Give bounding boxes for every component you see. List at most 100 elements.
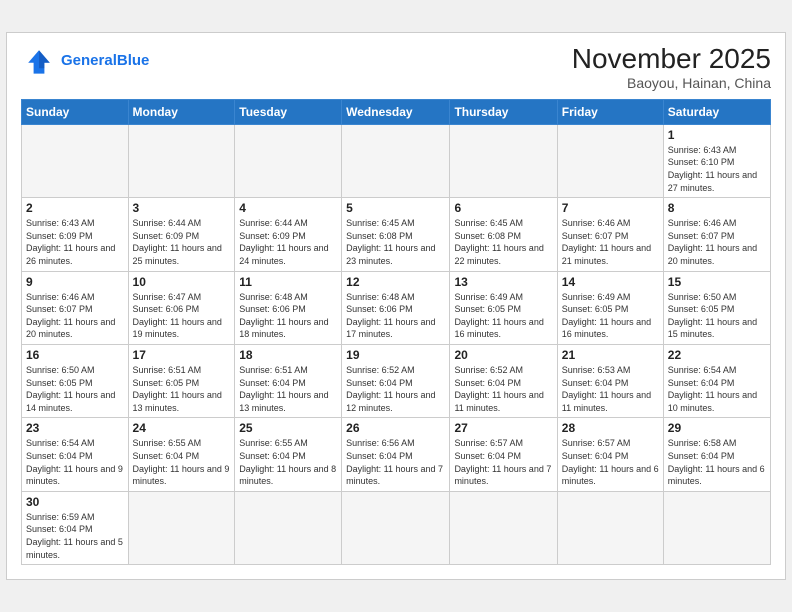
day-number: 5 (346, 201, 445, 215)
day-info: Sunrise: 6:55 AMSunset: 6:04 PMDaylight:… (133, 437, 231, 487)
calendar-cell (22, 124, 129, 197)
day-info: Sunrise: 6:48 AMSunset: 6:06 PMDaylight:… (239, 291, 337, 341)
calendar-cell: 30Sunrise: 6:59 AMSunset: 6:04 PMDayligh… (22, 491, 129, 564)
calendar-cell: 10Sunrise: 6:47 AMSunset: 6:06 PMDayligh… (128, 271, 235, 344)
calendar-cell: 8 Sunrise: 6:46 AMSunset: 6:07 PMDaylight… (663, 198, 770, 271)
calendar-cell: 7Sunrise: 6:46 AMSunset: 6:07 PMDaylight… (557, 198, 663, 271)
calendar-cell (342, 124, 450, 197)
day-number: 23 (26, 421, 124, 435)
calendar-cell: 14 Sunrise: 6:49 AMSunset: 6:05 PMDayligh… (557, 271, 663, 344)
day-number: 21 (562, 348, 659, 362)
day-number: 18 (239, 348, 337, 362)
day-info: Sunrise: 6:52 AMSunset: 6:04 PMDaylight:… (454, 364, 552, 414)
calendar-container: GeneralBlue November 2025 Baoyou, Hainan… (6, 32, 786, 580)
weekday-header-sunday: Sunday (22, 99, 129, 124)
day-info: Sunrise: 6:45 AMSunset: 6:08 PMDaylight:… (454, 217, 552, 267)
weekday-header-tuesday: Tuesday (235, 99, 342, 124)
day-info: Sunrise: 6:53 AMSunset: 6:04 PMDaylight:… (562, 364, 659, 414)
calendar-cell: 19 Sunrise: 6:52 AMSunset: 6:04 PMDayligh… (342, 345, 450, 418)
weekday-header-saturday: Saturday (663, 99, 770, 124)
weekday-header-friday: Friday (557, 99, 663, 124)
day-info: Sunrise: 6:44 AMSunset: 6:09 PMDaylight:… (133, 217, 231, 267)
logo-icon (21, 43, 57, 79)
calendar-header: SundayMondayTuesdayWednesdayThursdayFrid… (22, 99, 771, 124)
weekday-header-monday: Monday (128, 99, 235, 124)
calendar-cell: 6Sunrise: 6:45 AMSunset: 6:08 PMDaylight… (450, 198, 557, 271)
day-number: 17 (133, 348, 231, 362)
calendar-cell (450, 491, 557, 564)
calendar-cell: 22Sunrise: 6:54 AMSunset: 6:04 PMDayligh… (663, 345, 770, 418)
day-info: Sunrise: 6:52 AMSunset: 6:04 PMDaylight:… (346, 364, 445, 414)
logo-text: GeneralBlue (61, 52, 149, 70)
day-info: Sunrise: 6:54 AMSunset: 6:04 PMDaylight:… (26, 437, 124, 487)
calendar-cell: 4 Sunrise: 6:44 AMSunset: 6:09 PMDaylight… (235, 198, 342, 271)
day-info: Sunrise: 6:48 AMSunset: 6:06 PMDaylight:… (346, 291, 445, 341)
calendar-cell: 12Sunrise: 6:48 AMSunset: 6:06 PMDayligh… (342, 271, 450, 344)
day-info: Sunrise: 6:49 AMSunset: 6:05 PMDaylight:… (562, 291, 659, 341)
calendar-cell: 17Sunrise: 6:51 AMSunset: 6:05 PMDayligh… (128, 345, 235, 418)
day-info: Sunrise: 6:59 AMSunset: 6:04 PMDaylight:… (26, 511, 124, 561)
day-info: Sunrise: 6:45 AMSunset: 6:08 PMDaylight:… (346, 217, 445, 267)
calendar-cell (557, 491, 663, 564)
day-info: Sunrise: 6:50 AMSunset: 6:05 PMDaylight:… (26, 364, 124, 414)
calendar-cell (557, 124, 663, 197)
calendar-cell: 5 Sunrise: 6:45 AMSunset: 6:08 PMDaylight… (342, 198, 450, 271)
day-info: Sunrise: 6:46 AMSunset: 6:07 PMDaylight:… (26, 291, 124, 341)
day-info: Sunrise: 6:57 AMSunset: 6:04 PMDaylight:… (562, 437, 659, 487)
day-info: Sunrise: 6:58 AMSunset: 6:04 PMDaylight:… (668, 437, 766, 487)
day-number: 13 (454, 275, 552, 289)
calendar-cell (450, 124, 557, 197)
day-info: Sunrise: 6:57 AMSunset: 6:04 PMDaylight:… (454, 437, 552, 487)
calendar-cell: 21 Sunrise: 6:53 AMSunset: 6:04 PMDayligh… (557, 345, 663, 418)
calendar-cell: 3 Sunrise: 6:44 AMSunset: 6:09 PMDaylight… (128, 198, 235, 271)
day-info: Sunrise: 6:56 AMSunset: 6:04 PMDaylight:… (346, 437, 445, 487)
weekday-header-row: SundayMondayTuesdayWednesdayThursdayFrid… (22, 99, 771, 124)
day-info: Sunrise: 6:50 AMSunset: 6:05 PMDaylight:… (668, 291, 766, 341)
day-number: 15 (668, 275, 766, 289)
day-number: 25 (239, 421, 337, 435)
day-number: 19 (346, 348, 445, 362)
title-block: November 2025 Baoyou, Hainan, China (572, 43, 771, 91)
week-row-5: 30Sunrise: 6:59 AMSunset: 6:04 PMDayligh… (22, 491, 771, 564)
day-number: 8 (668, 201, 766, 215)
calendar-cell (128, 491, 235, 564)
day-info: Sunrise: 6:46 AMSunset: 6:07 PMDaylight:… (668, 217, 766, 267)
logo-blue: Blue (117, 52, 150, 69)
calendar-grid: SundayMondayTuesdayWednesdayThursdayFrid… (21, 99, 771, 565)
logo-general: General (61, 52, 117, 69)
calendar-cell (342, 491, 450, 564)
day-number: 3 (133, 201, 231, 215)
weekday-header-thursday: Thursday (450, 99, 557, 124)
header: GeneralBlue November 2025 Baoyou, Hainan… (21, 43, 771, 91)
logo: GeneralBlue (21, 43, 149, 79)
calendar-cell (128, 124, 235, 197)
day-info: Sunrise: 6:54 AMSunset: 6:04 PMDaylight:… (668, 364, 766, 414)
day-info: Sunrise: 6:43 AMSunset: 6:10 PMDaylight:… (668, 144, 766, 194)
day-number: 11 (239, 275, 337, 289)
week-row-1: 2 Sunrise: 6:43 AMSunset: 6:09 PMDaylight… (22, 198, 771, 271)
day-number: 4 (239, 201, 337, 215)
location: Baoyou, Hainan, China (572, 75, 771, 91)
day-number: 9 (26, 275, 124, 289)
day-info: Sunrise: 6:55 AMSunset: 6:04 PMDaylight:… (239, 437, 337, 487)
calendar-cell (235, 124, 342, 197)
calendar-cell: 9 Sunrise: 6:46 AMSunset: 6:07 PMDaylight… (22, 271, 129, 344)
day-info: Sunrise: 6:44 AMSunset: 6:09 PMDaylight:… (239, 217, 337, 267)
day-info: Sunrise: 6:51 AMSunset: 6:04 PMDaylight:… (239, 364, 337, 414)
day-number: 2 (26, 201, 124, 215)
calendar-cell: 27 Sunrise: 6:57 AMSunset: 6:04 PMDayligh… (450, 418, 557, 491)
day-number: 27 (454, 421, 552, 435)
weekday-header-wednesday: Wednesday (342, 99, 450, 124)
calendar-cell: 25 Sunrise: 6:55 AMSunset: 6:04 PMDayligh… (235, 418, 342, 491)
day-number: 14 (562, 275, 659, 289)
day-number: 10 (133, 275, 231, 289)
calendar-cell: 20Sunrise: 6:52 AMSunset: 6:04 PMDayligh… (450, 345, 557, 418)
day-number: 16 (26, 348, 124, 362)
day-info: Sunrise: 6:43 AMSunset: 6:09 PMDaylight:… (26, 217, 124, 267)
day-number: 7 (562, 201, 659, 215)
calendar-cell: 24Sunrise: 6:55 AMSunset: 6:04 PMDayligh… (128, 418, 235, 491)
day-info: Sunrise: 6:49 AMSunset: 6:05 PMDaylight:… (454, 291, 552, 341)
calendar-cell (663, 491, 770, 564)
calendar-cell: 13 Sunrise: 6:49 AMSunset: 6:05 PMDayligh… (450, 271, 557, 344)
calendar-body: 1Sunrise: 6:43 AMSunset: 6:10 PMDaylight… (22, 124, 771, 564)
